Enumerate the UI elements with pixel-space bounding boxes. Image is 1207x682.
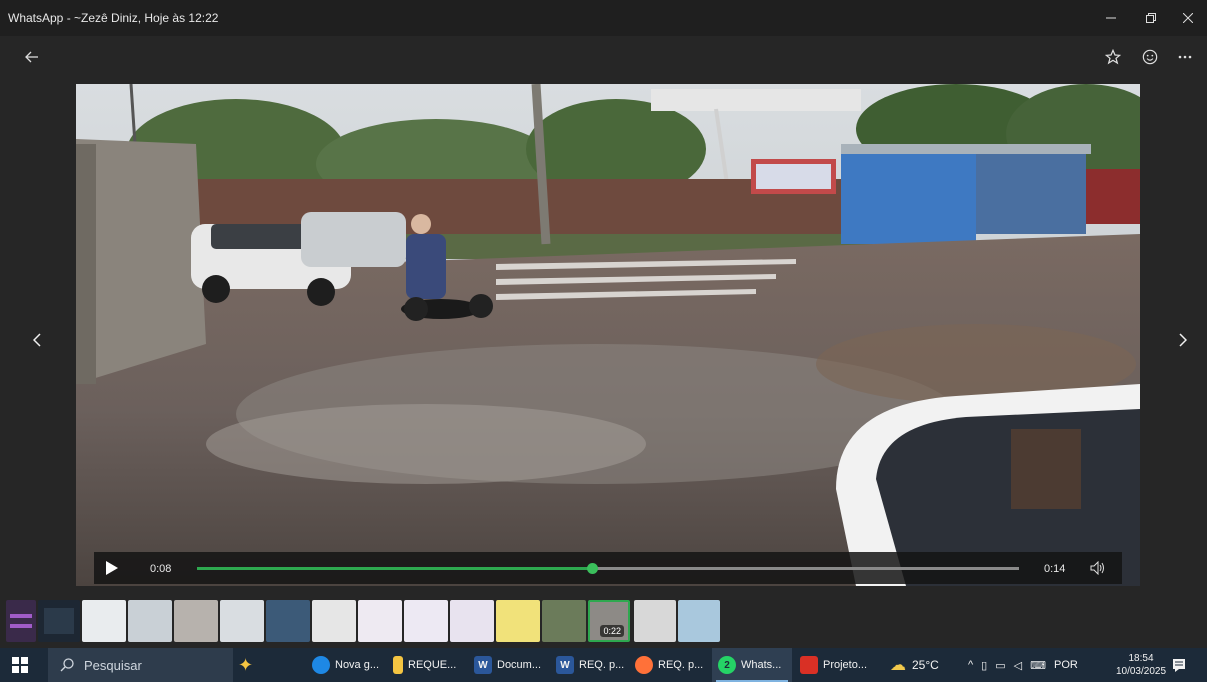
taskbar-app-label: REQ. p... — [658, 659, 704, 671]
windows-taskbar: Pesquisar ✦ Nova g... REQUE... W Docum..… — [0, 648, 1207, 682]
clock-date: 10/03/2025 — [1115, 666, 1167, 677]
window-title: WhatsApp - ~Zezê Diniz, Hoje às 12:22 — [8, 11, 219, 25]
play-icon — [106, 561, 118, 575]
notification-icon — [1173, 659, 1185, 672]
chevron-right-icon — [1179, 333, 1187, 347]
media-filmstrip: 0:22 — [0, 598, 1207, 646]
play-button[interactable] — [106, 561, 118, 580]
chevron-up-icon[interactable]: ^ — [968, 659, 973, 671]
filmstrip-thumbnail[interactable] — [542, 600, 586, 642]
taskbar-app-firefox[interactable]: REQ. p... — [635, 648, 703, 682]
word-icon: W — [556, 656, 574, 674]
whatsapp-icon: 2 — [718, 656, 736, 674]
filmstrip-thumbnail[interactable] — [496, 600, 540, 642]
clock-time: 18:54 — [1128, 653, 1154, 664]
weather-widget[interactable]: ☁ 25°C — [890, 648, 939, 682]
seek-bar[interactable] — [197, 563, 1019, 574]
media-controls: 0:08 0:14 — [94, 552, 1122, 584]
taskbar-app-label: REQ. p... — [579, 659, 625, 671]
back-arrow-icon — [25, 51, 38, 63]
previous-media-button[interactable] — [22, 320, 52, 360]
folder-icon — [393, 656, 403, 674]
restore-icon — [1146, 13, 1156, 23]
taskbar-app-label: Nova g... — [335, 659, 380, 671]
current-time: 0:08 — [150, 563, 172, 575]
emoji-button[interactable] — [1135, 42, 1165, 72]
filmstrip-thumbnail[interactable] — [450, 600, 494, 642]
filmstrip-thumbnail[interactable] — [266, 600, 310, 642]
filmstrip-thumbnail[interactable] — [82, 600, 126, 642]
filmstrip-thumbnail[interactable] — [128, 600, 172, 642]
edge-icon — [312, 656, 330, 674]
pdf-icon — [800, 656, 818, 674]
next-media-button[interactable] — [1168, 320, 1198, 360]
filmstrip-thumbnail[interactable] — [678, 600, 720, 642]
photos-app-window: WhatsApp - ~Zezê Diniz, Hoje às 12:22 0:… — [0, 0, 1207, 648]
volume-button[interactable] — [1090, 560, 1106, 580]
close-icon — [1183, 13, 1193, 23]
notifications-button[interactable] — [1172, 648, 1186, 682]
video-duration-badge: 0:22 — [600, 625, 624, 637]
restore-button[interactable] — [1133, 0, 1169, 36]
minimize-icon — [1106, 17, 1116, 19]
video-player[interactable] — [76, 84, 1140, 586]
taskbar-app-label: Whats... — [741, 659, 782, 671]
title-bar: WhatsApp - ~Zezê Diniz, Hoje às 12:22 — [0, 0, 1207, 36]
weather-cloud-icon: ☁ — [890, 657, 906, 674]
taskbar-app-whatsapp-active[interactable]: 2 Whats... — [712, 648, 792, 682]
chevron-left-icon — [33, 333, 41, 347]
taskbar-app-pdf[interactable]: Projeto... — [800, 648, 867, 682]
filmstrip-thumbnail-selected[interactable]: 0:22 — [588, 600, 630, 642]
filmstrip-thumbnail[interactable] — [358, 600, 402, 642]
weather-temperature: 25°C — [912, 658, 939, 672]
battery-icon[interactable]: ▯ — [981, 659, 987, 672]
keyboard-icon[interactable]: ⌨ — [1030, 659, 1046, 672]
system-clock[interactable]: 18:54 10/03/2025 — [1113, 652, 1169, 678]
taskbar-app-word-document[interactable]: W Docum... — [474, 648, 541, 682]
search-placeholder: Pesquisar — [84, 657, 142, 673]
filmstrip-thumbnail[interactable] — [634, 600, 676, 642]
taskbar-app-label: Projeto... — [823, 659, 868, 671]
filmstrip-thumbnail[interactable] — [220, 600, 264, 642]
filmstrip-thumbnail[interactable] — [404, 600, 448, 642]
windows-logo-icon — [12, 657, 28, 673]
star-icon — [1105, 49, 1121, 65]
back-button[interactable] — [17, 42, 47, 72]
taskbar-app-label: Docum... — [497, 659, 542, 671]
total-time: 0:14 — [1044, 563, 1066, 575]
search-icon — [60, 658, 74, 672]
taskbar-app-label: REQUE... — [408, 659, 457, 671]
taskbar-app-folder[interactable]: REQUE... — [393, 648, 456, 682]
video-frame-image — [76, 84, 1140, 586]
seek-bar-thumb[interactable] — [586, 563, 598, 574]
filmstrip-thumbnail[interactable] — [6, 600, 36, 642]
favorite-button[interactable] — [1098, 42, 1128, 72]
word-icon: W — [474, 656, 492, 674]
seek-bar-progress — [197, 567, 592, 570]
more-button[interactable] — [1170, 42, 1200, 72]
filmstrip-thumbnail[interactable] — [174, 600, 218, 642]
system-tray: ^ ▯ ▭ ◁ ⌨ POR — [968, 648, 1078, 682]
close-button[interactable] — [1170, 0, 1206, 36]
taskbar-app-edge[interactable]: Nova g... — [312, 648, 379, 682]
taskbar-search[interactable]: Pesquisar ✦ — [48, 648, 253, 682]
filmstrip-thumbnail[interactable] — [38, 600, 80, 642]
emoji-icon — [1142, 49, 1158, 65]
speaker-icon[interactable]: ◁ — [1014, 659, 1022, 672]
taskbar-app-word-req[interactable]: W REQ. p... — [556, 648, 624, 682]
start-button[interactable] — [12, 648, 28, 682]
filmstrip-thumbnail[interactable] — [312, 600, 356, 642]
more-icon — [1178, 55, 1192, 59]
language-indicator[interactable]: POR — [1054, 659, 1078, 671]
firefox-icon — [635, 656, 653, 674]
network-icon[interactable]: ▭ — [995, 659, 1005, 672]
sparkle-icon: ✦ — [238, 654, 254, 675]
volume-icon — [1090, 560, 1104, 576]
minimize-button[interactable] — [1093, 0, 1129, 36]
